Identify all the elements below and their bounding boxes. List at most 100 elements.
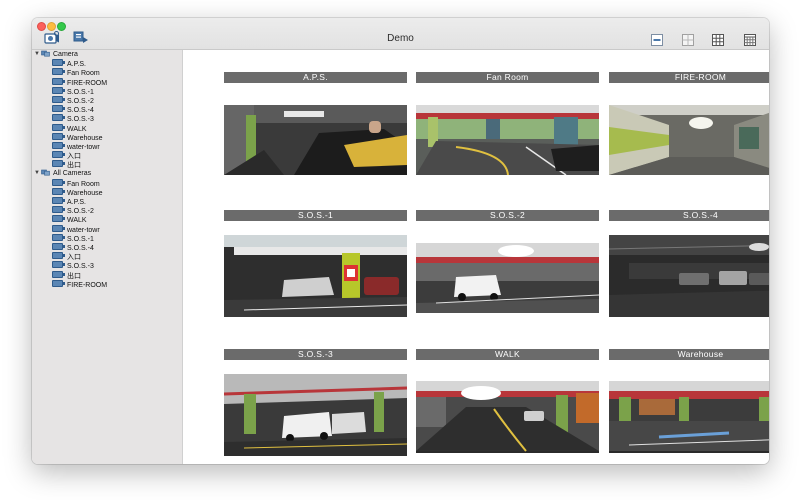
tree-item-camera[interactable]: water-towr (32, 224, 182, 234)
camera-cell-label: S.O.S.-4 (609, 210, 769, 221)
tree-item-label: Fan Room (67, 180, 100, 188)
camera-cell[interactable]: Fan Room (416, 72, 599, 192)
tree-item-camera[interactable]: S.O.S.-1 (32, 86, 182, 96)
tree-item-camera[interactable]: Warehouse (32, 187, 182, 197)
camera-icon (52, 261, 65, 269)
camera-icon (52, 252, 65, 260)
camera-icon (52, 270, 65, 278)
camera-icon (52, 178, 65, 186)
camera-cell[interactable]: S.O.S.-2 (416, 210, 599, 330)
camera-feed-video[interactable] (416, 381, 599, 453)
camera-feed-video[interactable] (224, 374, 407, 456)
camera-icon (52, 279, 65, 287)
tree-item-camera[interactable]: S.O.S.-2 (32, 206, 182, 215)
tree-item-camera[interactable]: Warehouse (32, 132, 182, 142)
tree-item-camera[interactable]: A.P.S. (32, 59, 182, 68)
tree-item-label: 出口 (67, 162, 81, 170)
tree-item-camera[interactable]: S.O.S.-3 (32, 114, 182, 123)
tree-item-label: Warehouse (67, 189, 103, 197)
camera-tree-sidebar: ▼ Camera A.P.S. Fan Room FIRE-ROOM S.O.S.-1 S.… (32, 50, 183, 464)
camera-cell[interactable]: A.P.S. (224, 72, 407, 192)
camera-feed-video[interactable] (609, 105, 769, 175)
camera-tree: ▼ Camera A.P.S. Fan Room FIRE-ROOM S.O.S.-1 S.… (32, 50, 182, 289)
tree-item-label: A.P.S. (67, 61, 86, 69)
tree-item-camera[interactable]: 出口 (32, 270, 182, 280)
camera-cell[interactable]: S.O.S.-1 (224, 210, 407, 330)
tree-item-camera[interactable]: S.O.S.-4 (32, 242, 182, 252)
tree-item-label: 入口 (67, 254, 81, 262)
tree-item-camera[interactable]: 入口 (32, 151, 182, 160)
camera-icon (52, 141, 65, 149)
tree-item-label: FIRE-ROOM (67, 79, 108, 87)
tree-item-label: 出口 (67, 272, 81, 280)
camera-group-icon (41, 50, 50, 57)
camera-icon (52, 114, 65, 122)
camera-feed-video[interactable] (416, 105, 599, 175)
tree-item-label: WALK (67, 125, 87, 133)
camera-icon (52, 215, 65, 223)
camera-feed-video[interactable] (609, 235, 769, 317)
camera-icon (52, 68, 65, 76)
camera-cell-label: Warehouse (609, 349, 769, 360)
camera-icon (52, 59, 65, 67)
tree-group-0[interactable]: ▼ Camera (32, 50, 182, 59)
tree-item-camera[interactable]: water-towr (32, 141, 182, 151)
camera-icon (52, 123, 65, 131)
tree-item-camera[interactable]: 出口 (32, 160, 182, 169)
camera-group-icon (41, 169, 50, 176)
camera-icon (52, 105, 65, 113)
camera-cell[interactable]: FIRE-ROOM (609, 72, 769, 192)
title-bar: Demo (32, 18, 769, 50)
tree-item-camera[interactable]: S.O.S.-1 (32, 233, 182, 243)
camera-grid: A.P.S. Fan Room FIRE-ROOM S.O.S.-1 S.O.S… (183, 50, 769, 464)
tree-item-camera[interactable]: FIRE-ROOM (32, 77, 182, 87)
camera-icon (52, 132, 65, 140)
camera-cell-label: FIRE-ROOM (609, 72, 769, 83)
tree-item-camera[interactable]: S.O.S.-4 (32, 105, 182, 114)
tree-item-label: S.O.S.-4 (67, 107, 94, 115)
tree-item-label: WALK (67, 217, 87, 225)
tree-item-label: Warehouse (67, 134, 103, 142)
tree-item-camera[interactable]: WALK (32, 123, 182, 133)
camera-cell-label: S.O.S.-2 (416, 210, 599, 221)
camera-cell[interactable]: S.O.S.-4 (609, 210, 769, 330)
tree-item-label: A.P.S. (67, 199, 86, 206)
camera-icon (52, 77, 65, 85)
tree-item-label: S.O.S.-3 (67, 116, 94, 124)
tree-item-label: S.O.S.-2 (67, 208, 94, 216)
camera-cell-label: A.P.S. (224, 72, 407, 83)
minimize-window-button[interactable] (47, 22, 56, 31)
camera-cell[interactable]: Warehouse (609, 349, 769, 464)
tree-item-camera[interactable]: S.O.S.-3 (32, 261, 182, 270)
camera-cell[interactable]: S.O.S.-3 (224, 349, 407, 464)
disclosure-triangle-icon[interactable]: ▼ (34, 169, 41, 178)
app-window: Demo ▼ Camera A.P.S. Fan Room FIRE-ROOM … (32, 18, 769, 464)
tree-item-camera[interactable]: S.O.S.-2 (32, 95, 182, 105)
camera-feed-video[interactable] (609, 381, 769, 453)
camera-icon (52, 187, 65, 195)
tree-item-label: 入口 (67, 153, 81, 161)
tree-item-camera[interactable]: FIRE-ROOM (32, 279, 182, 289)
tree-item-camera[interactable]: 入口 (32, 252, 182, 261)
camera-icon (52, 197, 65, 204)
camera-feed-video[interactable] (224, 235, 407, 317)
layout-4x4-icon[interactable] (744, 33, 756, 46)
tree-item-camera[interactable]: Fan Room (32, 178, 182, 188)
zoom-window-button[interactable] (57, 22, 66, 31)
disclosure-triangle-icon[interactable]: ▼ (34, 50, 41, 59)
camera-icon (52, 151, 65, 159)
tree-item-camera[interactable]: WALK (32, 215, 182, 224)
camera-cell[interactable]: WALK (416, 349, 599, 464)
camera-feed-video[interactable] (224, 105, 407, 175)
layout-3x3-icon[interactable] (712, 33, 724, 46)
tree-group-1[interactable]: ▼ All Cameras (32, 169, 182, 178)
layout-1x1-icon[interactable] (651, 33, 663, 46)
camera-icon (52, 233, 65, 241)
camera-feed-video[interactable] (416, 243, 599, 313)
close-window-button[interactable] (37, 22, 46, 31)
layout-2x2-icon[interactable] (682, 33, 694, 46)
tree-item-camera[interactable]: Fan Room (32, 68, 182, 77)
camera-icon (52, 242, 65, 250)
tree-item-camera[interactable]: A.P.S. (32, 197, 182, 206)
tree-group-label: Camera (53, 51, 78, 58)
